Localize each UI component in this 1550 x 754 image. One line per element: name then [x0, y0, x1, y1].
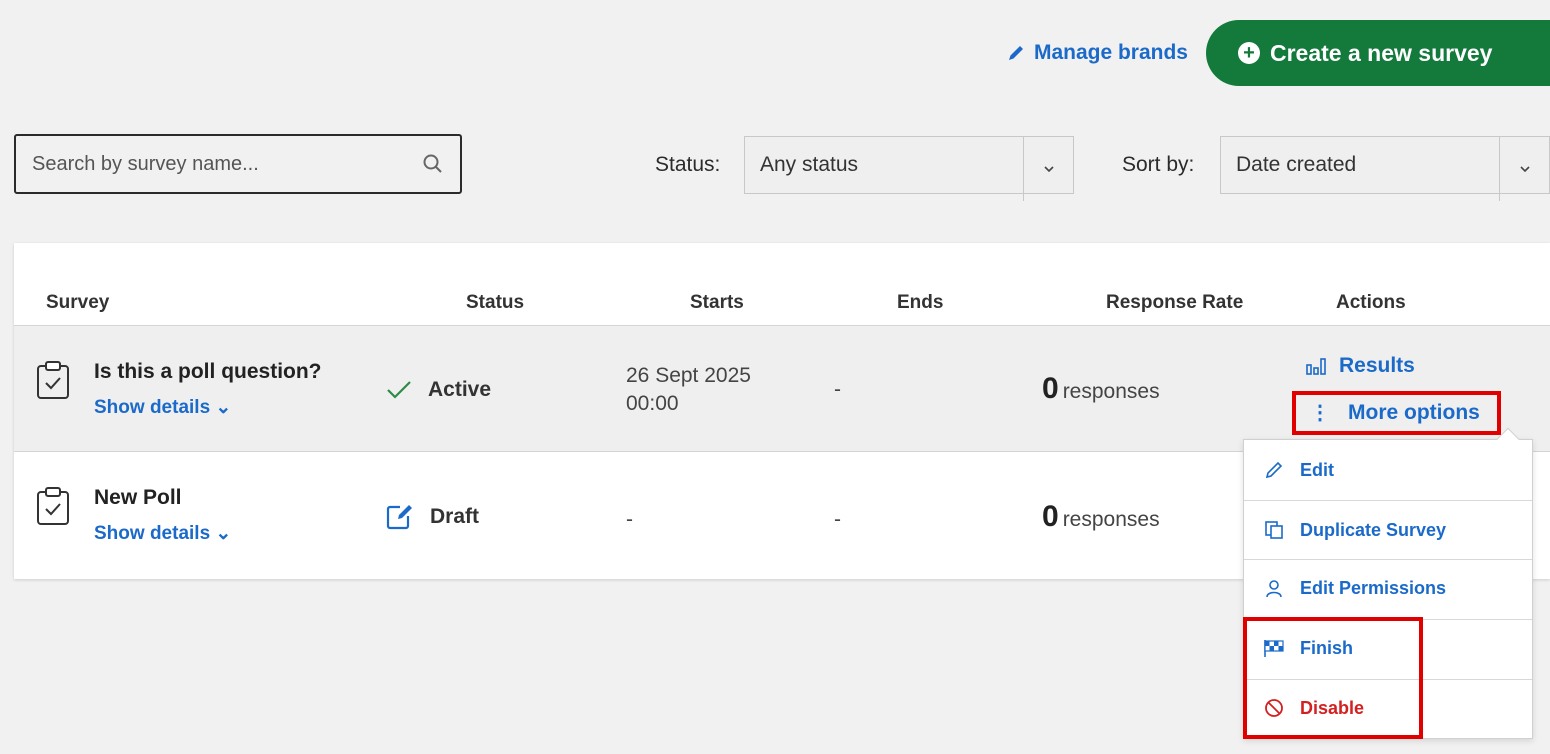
- response-count: 0: [1042, 500, 1059, 533]
- show-details-link[interactable]: Show details ⌄: [94, 522, 231, 545]
- menu-item-label: Edit Permissions: [1300, 577, 1447, 598]
- status-select-value: Any status: [760, 153, 859, 176]
- highlight-box: [1292, 391, 1501, 435]
- status-text: Draft: [430, 505, 480, 528]
- search-input[interactable]: [32, 152, 422, 176]
- results-link[interactable]: Results: [1305, 354, 1415, 378]
- column-header-starts: Starts: [690, 292, 744, 313]
- menu-item-label: Edit: [1300, 459, 1334, 480]
- sort-filter-label: Sort by:: [1122, 153, 1195, 176]
- starts-cell: -: [626, 508, 633, 531]
- starts-cell: 26 Sept 2025 00:00: [626, 362, 751, 418]
- copy-icon: [1262, 520, 1286, 540]
- manage-brands-label: Manage brands: [1033, 41, 1188, 64]
- starts-date: 26 Sept 2025: [626, 364, 751, 387]
- status-badge: Draft: [386, 504, 479, 530]
- ends-cell: -: [834, 508, 841, 531]
- chevron-down-icon[interactable]: [1023, 137, 1073, 201]
- pencil-icon: [1008, 46, 1023, 60]
- ends-cell: -: [834, 378, 841, 401]
- results-label: Results: [1339, 354, 1415, 377]
- menu-item-duplicate[interactable]: Duplicate Survey: [1244, 500, 1532, 560]
- check-icon: [387, 381, 411, 399]
- menu-item-label: Duplicate Survey: [1300, 519, 1447, 540]
- divider: [14, 325, 1550, 326]
- sort-select[interactable]: Date created: [1220, 136, 1550, 201]
- sort-select-value: Date created: [1236, 153, 1357, 176]
- search-box: [14, 134, 462, 194]
- bar-chart-icon: [1306, 358, 1326, 375]
- menu-item-edit-permissions[interactable]: Edit Permissions: [1244, 558, 1532, 618]
- highlight-box: [1243, 617, 1423, 739]
- chevron-down-icon[interactable]: [1499, 137, 1549, 201]
- status-text: Active: [428, 378, 492, 401]
- response-rate-cell: 0 responses: [1042, 372, 1160, 406]
- menu-item-edit[interactable]: Edit: [1244, 440, 1532, 500]
- user-icon: [1262, 578, 1286, 598]
- clipboard-check-icon: [37, 487, 69, 525]
- top-actions: Manage brands + Create a new survey: [1006, 20, 1550, 86]
- response-count: 0: [1042, 372, 1059, 405]
- create-survey-button[interactable]: + Create a new survey: [1206, 20, 1550, 86]
- clipboard-check-icon: [37, 361, 69, 399]
- create-survey-label: Create a new survey: [1270, 39, 1493, 66]
- response-label: responses: [1062, 508, 1160, 531]
- column-header-survey: Survey: [46, 292, 110, 313]
- edit-square-icon: [386, 505, 412, 530]
- show-details-link[interactable]: Show details ⌄: [94, 396, 231, 419]
- plus-circle-icon: +: [1238, 42, 1260, 64]
- column-header-status: Status: [466, 292, 525, 313]
- column-header-ends: Ends: [897, 292, 944, 313]
- starts-time: 00:00: [626, 392, 679, 415]
- status-filter-label: Status:: [655, 153, 721, 176]
- status-badge: Active: [386, 378, 491, 402]
- column-header-actions: Actions: [1336, 292, 1406, 313]
- column-header-response-rate: Response Rate: [1106, 292, 1244, 313]
- survey-title[interactable]: Is this a poll question?: [94, 360, 322, 384]
- survey-title[interactable]: New Poll: [94, 486, 182, 510]
- response-rate-cell: 0 responses: [1042, 500, 1160, 534]
- response-label: responses: [1062, 380, 1160, 403]
- pencil-icon: [1262, 460, 1286, 480]
- manage-brands-link[interactable]: Manage brands: [1006, 41, 1188, 65]
- status-select[interactable]: Any status: [744, 136, 1074, 201]
- search-icon: [423, 154, 442, 173]
